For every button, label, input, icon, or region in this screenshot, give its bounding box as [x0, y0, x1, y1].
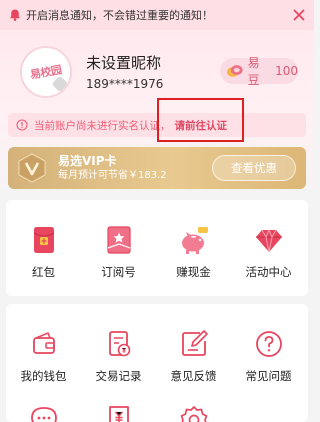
grid-item-label: 活动中心 [245, 265, 292, 279]
grid-item-label: 意见反馈 [170, 369, 217, 383]
info-icon [16, 119, 28, 131]
grid-item-subscription[interactable]: 订阅号 [81, 224, 156, 280]
grid-item-activity-center[interactable]: 活动中心 [231, 224, 306, 280]
diamond-icon [255, 228, 282, 253]
chat-icon [30, 407, 57, 422]
grid-item-label: 交易记录 [95, 369, 142, 383]
receipt-icon [108, 406, 129, 422]
feature-grid-primary: 红包 订阅号 赚现金 活动中心 [6, 200, 308, 296]
grid-item-transaction-records[interactable]: 交易记录 [81, 328, 156, 384]
phone-number: 189****1976 [86, 77, 164, 91]
faq-icon [255, 331, 282, 357]
settings-icon [180, 406, 207, 422]
grid-item-chat[interactable] [6, 404, 81, 422]
grid-item-label: 红包 [32, 265, 55, 279]
notification-text: 开启消息通知，不会错过重要的通知！ [26, 9, 213, 22]
grid-item-label: 订阅号 [101, 265, 136, 279]
view-offers-button[interactable]: 查看优惠 [212, 155, 296, 181]
grid-item-receipt[interactable] [81, 404, 156, 422]
coins-button[interactable]: 易豆 100 [220, 56, 298, 87]
wallet-icon [32, 331, 55, 354]
transaction-record-icon [108, 331, 130, 357]
highlight-box [157, 98, 244, 142]
vip-subtitle: 每月预计可节省￥183.2 [58, 170, 167, 181]
grid-item-faq[interactable]: 常见问题 [231, 328, 306, 384]
avatar[interactable]: 易校园 [20, 46, 72, 98]
vip-title: 易选VIP卡 [58, 154, 117, 168]
grid-item-label: 我的钱包 [20, 369, 67, 383]
close-icon[interactable] [292, 8, 306, 22]
subscription-icon [106, 226, 131, 254]
verification-message: 当前账户尚未进行实名认证， [34, 119, 171, 132]
grid-item-wallet[interactable]: 我的钱包 [6, 328, 81, 384]
feature-grid-secondary: 我的钱包 交易记录 意见反馈 常见问题 [6, 304, 308, 422]
grid-item-settings[interactable] [156, 404, 231, 422]
coins-icon [226, 65, 243, 77]
grid-item-feedback[interactable]: 意见反馈 [156, 328, 231, 384]
notification-bar: 开启消息通知，不会错过重要的通知！ [0, 0, 314, 30]
coins-value: 100 [275, 64, 298, 78]
coins-label: 易豆 [247, 56, 260, 87]
nickname[interactable]: 未设置昵称 [86, 52, 161, 73]
piggy-bank-icon [181, 227, 208, 254]
vip-badge-icon [18, 153, 46, 183]
grid-item-label: 常见问题 [245, 369, 292, 383]
grid-item-earn-cash[interactable]: 赚现金 [156, 224, 231, 280]
bell-icon [10, 9, 20, 21]
grid-item-red-packet[interactable]: 红包 [6, 224, 81, 280]
feedback-icon [181, 330, 208, 356]
red-packet-icon [33, 227, 54, 253]
vip-card[interactable]: 易选VIP卡 每月预计可节省￥183.2 查看优惠 [8, 147, 306, 189]
grid-item-label: 赚现金 [176, 265, 211, 279]
